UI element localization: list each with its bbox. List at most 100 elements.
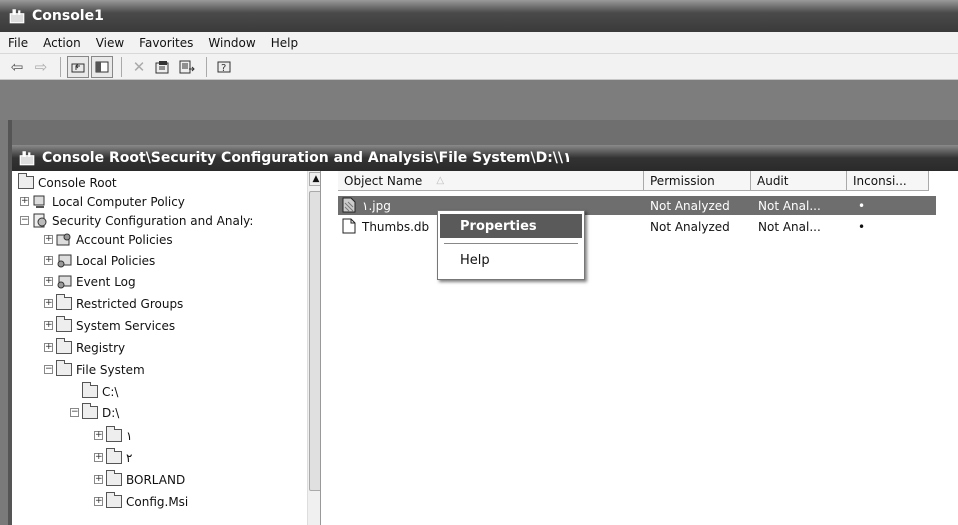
toolbar-separator	[206, 56, 207, 77]
secure-folder-icon	[56, 294, 72, 310]
tree-item-drive-d[interactable]: − D:\	[70, 403, 119, 422]
window-title-bar[interactable]: Console1	[0, 0, 958, 32]
column-object-name[interactable]: Object Name △	[338, 171, 644, 191]
tree-pane[interactable]: Console Root + Local Computer Policy − S…	[16, 171, 321, 525]
list-row[interactable]: ١.jpg Not Analyzed Not Anal... •	[338, 196, 936, 215]
expand-icon[interactable]: +	[44, 321, 53, 330]
up-level-icon[interactable]	[67, 55, 89, 78]
object-name: Thumbs.db	[362, 219, 430, 234]
tree-item-security-configuration[interactable]: − Security Configuration and Analy:	[20, 211, 253, 230]
inner-window-title-bar[interactable]: Console Root\Security Configuration and …	[12, 145, 958, 171]
tree-item-local-computer-policy[interactable]: + Local Computer Policy	[20, 192, 185, 211]
collapse-icon[interactable]: −	[70, 408, 79, 417]
policy-icon	[56, 253, 72, 268]
mdi-background	[12, 120, 958, 145]
expand-icon[interactable]: +	[20, 197, 29, 206]
column-inconsistent[interactable]: Inconsi...	[847, 171, 929, 191]
expand-icon[interactable]: +	[94, 497, 103, 506]
tree-item-folder-2[interactable]: + ٢	[94, 448, 132, 467]
inconsistent-value: •	[858, 219, 866, 234]
column-audit[interactable]: Audit	[751, 171, 847, 191]
collapse-icon[interactable]: −	[20, 216, 29, 225]
expand-icon[interactable]: +	[94, 475, 103, 484]
inconsistent-value: •	[858, 198, 866, 213]
export-list-icon[interactable]	[176, 56, 198, 78]
file-icon	[342, 218, 356, 237]
tree-item-config-msi[interactable]: + Config.Msi	[94, 492, 188, 511]
sort-ascending-icon: △	[436, 175, 445, 186]
audit-value: Not Anal...	[758, 219, 821, 234]
secure-folder-icon	[56, 338, 72, 354]
tree-item-event-log[interactable]: + Event Log	[44, 272, 136, 291]
tree-item-borland[interactable]: + BORLAND	[94, 470, 185, 489]
policy-icon	[56, 232, 72, 247]
tree-item-console-root[interactable]: Console Root	[18, 173, 117, 192]
tree-item-local-policies[interactable]: + Local Policies	[44, 251, 155, 270]
delete-icon[interactable]: ✕	[128, 56, 150, 78]
menu-separator	[444, 243, 578, 244]
expand-icon[interactable]: +	[94, 431, 103, 440]
folder-icon	[106, 426, 122, 442]
list-row[interactable]: Thumbs.db Not Analyzed Not Anal... •	[338, 217, 936, 236]
expand-icon[interactable]: +	[44, 299, 53, 308]
permission-value: Not Analyzed	[650, 219, 730, 234]
tree-item-label: D:\	[102, 405, 120, 420]
menu-window[interactable]: Window	[208, 36, 255, 50]
forward-icon[interactable]: ⇨	[30, 56, 52, 78]
tree-item-restricted-groups[interactable]: + Restricted Groups	[44, 294, 183, 313]
computer-policy-icon	[32, 194, 48, 209]
tree-item-label: Local Policies	[76, 253, 156, 268]
expand-icon[interactable]: +	[44, 235, 53, 244]
scroll-up-icon[interactable]: ▲	[309, 172, 320, 186]
menu-file[interactable]: File	[8, 36, 28, 50]
audit-value: Not Anal...	[758, 198, 821, 213]
help-icon[interactable]: ?	[213, 56, 235, 78]
secure-folder-icon	[56, 360, 72, 376]
toolbar-separator	[60, 56, 61, 77]
tree-item-system-services[interactable]: + System Services	[44, 316, 175, 335]
toolbar: ⇦ ⇨ ✕ ?	[0, 54, 958, 80]
tree-item-label: C:\	[102, 384, 119, 399]
expand-icon[interactable]: +	[44, 343, 53, 352]
menu-bar: File Action View Favorites Window Help	[0, 32, 958, 54]
properties-icon[interactable]	[152, 56, 174, 78]
inner-window-title: Console Root\Security Configuration and …	[42, 150, 572, 166]
folder-icon	[18, 173, 34, 189]
show-hide-tree-icon[interactable]	[91, 55, 113, 78]
folder-icon	[82, 403, 98, 419]
column-permission[interactable]: Permission	[644, 171, 751, 191]
tree-item-account-policies[interactable]: + Account Policies	[44, 230, 173, 249]
back-icon[interactable]: ⇦	[6, 56, 28, 78]
tree-item-drive-c[interactable]: C:\	[82, 382, 118, 401]
tree-item-label: System Services	[76, 318, 176, 333]
object-name: ١.jpg	[362, 198, 391, 213]
tree-item-label: Account Policies	[76, 232, 173, 247]
tree-item-label: Console Root	[38, 175, 117, 190]
tree-scrollbar[interactable]: ▲	[307, 171, 320, 525]
inner-window: Console Root\Security Configuration and …	[8, 120, 958, 525]
tree-item-file-system[interactable]: − File System	[44, 360, 145, 379]
tree-item-folder-1[interactable]: + ١	[94, 426, 132, 445]
expand-icon[interactable]: +	[44, 256, 53, 265]
tree-item-label: Local Computer Policy	[52, 194, 185, 209]
collapse-icon[interactable]: −	[44, 365, 53, 374]
context-menu-help[interactable]: Help	[440, 248, 582, 272]
menu-view[interactable]: View	[96, 36, 124, 50]
toolbar-separator	[121, 56, 122, 77]
folder-icon	[82, 382, 98, 398]
menu-favorites[interactable]: Favorites	[139, 36, 193, 50]
folder-icon	[106, 448, 122, 464]
tree-item-label: Security Configuration and Analy:	[52, 213, 254, 228]
context-menu-properties[interactable]: Properties	[440, 214, 582, 238]
tree-item-registry[interactable]: + Registry	[44, 338, 125, 357]
menu-help[interactable]: Help	[271, 36, 298, 50]
menu-action[interactable]: Action	[43, 36, 81, 50]
expand-icon[interactable]: +	[94, 453, 103, 462]
mmc-app-icon	[8, 7, 26, 25]
tree-item-label: ١	[126, 428, 133, 443]
svg-text:?: ?	[221, 63, 226, 74]
expand-icon[interactable]: +	[44, 277, 53, 286]
mmc-console-icon	[18, 149, 36, 167]
list-pane[interactable]: Object Name △ Permission Audit Inconsi..…	[338, 171, 958, 525]
scroll-thumb[interactable]	[309, 191, 320, 491]
